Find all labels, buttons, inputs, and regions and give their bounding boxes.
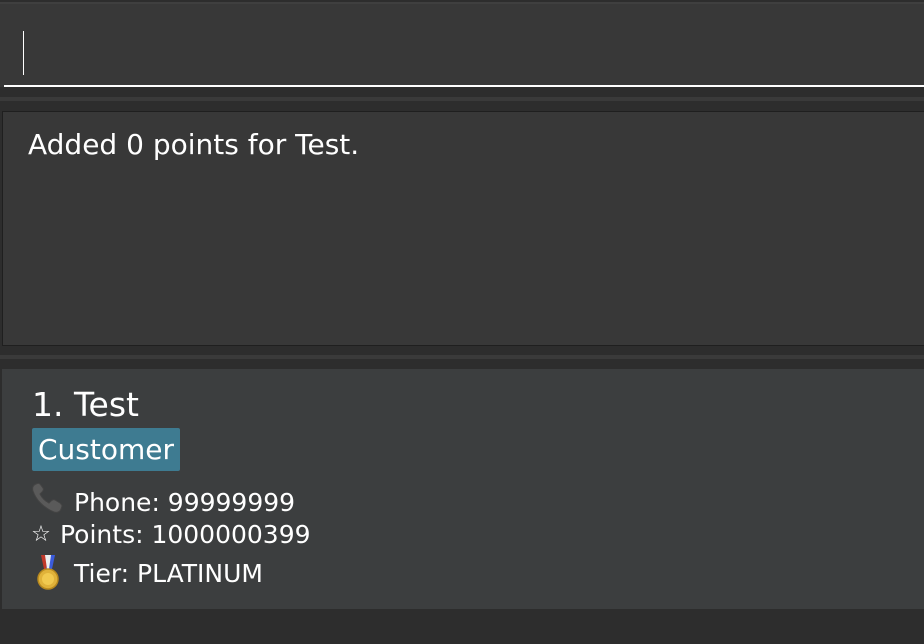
person-name: 1. Test [32,385,139,424]
person-card[interactable]: 1. Test Customer Phone: 99999999 ☆ Point… [2,369,924,609]
phone-row: Phone: 99999999 [30,481,295,523]
person-list[interactable]: 1. Test Customer Phone: 99999999 ☆ Point… [0,369,924,644]
result-message: Added 0 points for Test. [28,128,360,161]
command-input[interactable] [4,4,924,87]
divider [0,355,924,359]
phone-value: Phone: 99999999 [74,487,296,517]
medal-icon [30,555,66,591]
tier-value: Tier: PLATINUM [74,558,263,588]
app-window: Added 0 points for Test. 1. Test Custome… [0,0,924,644]
divider [0,97,924,101]
command-box [0,2,924,87]
points-value: Points: 1000000399 [60,520,311,549]
star-icon: ☆ [31,522,51,547]
phone-icon [30,481,66,523]
points-row: ☆ Points: 1000000399 [30,520,311,549]
text-caret [23,31,24,75]
tier-row: Tier: PLATINUM [30,555,263,591]
result-display[interactable]: Added 0 points for Test. [2,111,924,346]
tag-label: Customer [32,428,181,471]
